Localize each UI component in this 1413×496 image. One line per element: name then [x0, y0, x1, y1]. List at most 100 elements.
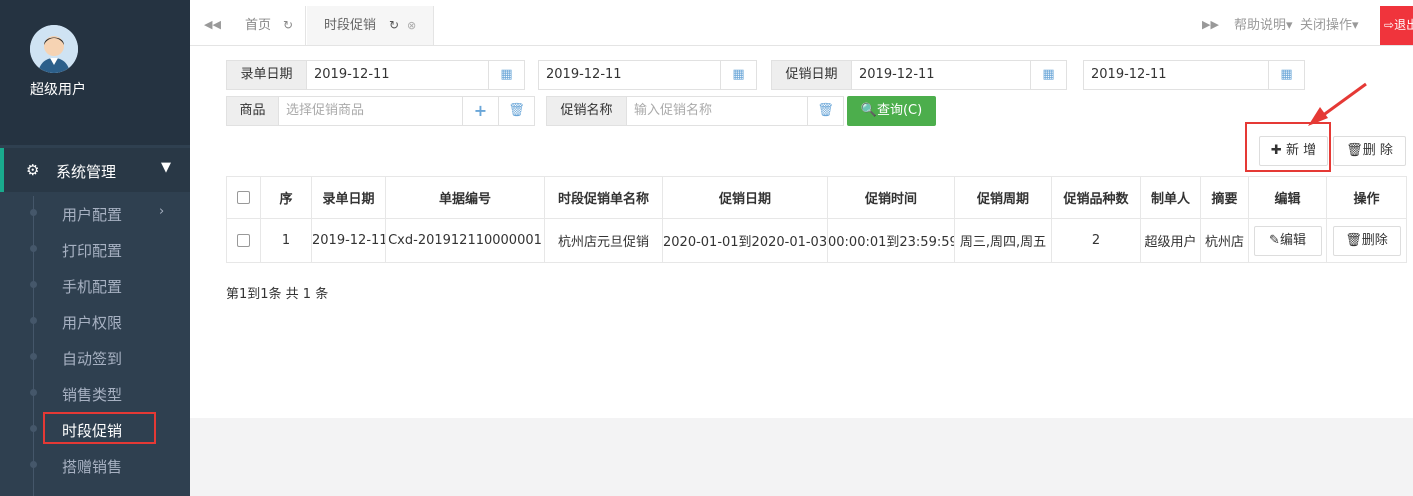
- sidebar-item-label: 用户配置: [62, 206, 123, 224]
- column-header[interactable]: 时段促销单名称: [544, 176, 663, 219]
- column-header[interactable]: 录单日期: [311, 176, 386, 219]
- search-icon: 🔍: [860, 103, 877, 118]
- column-header[interactable]: 促销时间: [827, 176, 955, 219]
- bullet-icon: [30, 317, 37, 324]
- caret-down-icon: ▾: [1352, 18, 1359, 33]
- promo-name-input[interactable]: 输入促销名称: [634, 97, 712, 125]
- tab-label: 时段促销: [324, 18, 377, 33]
- sidebar-item-gift-sales[interactable]: 搭赠销售: [0, 448, 190, 484]
- row-delete-button[interactable]: 🗑删除: [1332, 225, 1401, 256]
- cell-summary: 杭州店: [1200, 218, 1249, 263]
- trash-icon[interactable]: 🗑: [807, 97, 843, 125]
- help-dropdown[interactable]: 帮助说明▾: [1234, 6, 1293, 45]
- calendar-icon[interactable]: ▦: [720, 61, 756, 89]
- promo-name-group: 促销名称 输入促销名称 🗑: [546, 96, 844, 126]
- sidebar-item-auto-signin[interactable]: 自动签到: [0, 340, 190, 376]
- promo-date-from-input[interactable]: 2019-12-11: [859, 61, 935, 89]
- tab-home[interactable]: 首页 ↻: [230, 6, 306, 45]
- cell-variety-count: 2: [1051, 218, 1141, 263]
- avatar[interactable]: [30, 25, 78, 73]
- bullet-icon: [30, 245, 37, 252]
- cell-entry-date: 2019-12-11: [311, 218, 386, 263]
- sidebar-item-user-config[interactable]: 用户配置 ›: [0, 196, 190, 232]
- select-all-checkbox[interactable]: [226, 176, 261, 219]
- chevron-right-icon: ›: [159, 204, 165, 219]
- tab-label: 首页: [245, 18, 272, 33]
- sidebar-item-print-config[interactable]: 打印配置: [0, 232, 190, 268]
- close-ops-label: 关闭操作: [1300, 18, 1353, 33]
- entry-date-from-group: 录单日期 2019-12-11 ▦: [226, 60, 525, 90]
- column-header[interactable]: 制单人: [1140, 176, 1201, 219]
- sidebar-item-mobile-config[interactable]: 手机配置: [0, 268, 190, 304]
- sidebar-item-user-permissions[interactable]: 用户权限: [0, 304, 190, 340]
- trash-icon: 🗑: [1346, 143, 1363, 158]
- chevron-down-icon: ▼: [161, 160, 171, 175]
- sidebar-item-label: 自动签到: [62, 350, 123, 368]
- edit-button-label: 编辑: [1279, 232, 1306, 248]
- close-ops-dropdown[interactable]: 关闭操作▾: [1300, 6, 1359, 45]
- cell-action: 🗑删除: [1326, 218, 1407, 263]
- add-button-label: 新 增: [1285, 143, 1317, 158]
- column-header[interactable]: 促销日期: [662, 176, 828, 219]
- logout-button[interactable]: ⇨退出: [1380, 6, 1413, 45]
- checkbox[interactable]: [237, 191, 250, 204]
- delete-button[interactable]: 🗑删 除: [1333, 136, 1406, 166]
- sidebar-item-label: 销售类型: [62, 386, 123, 404]
- help-label: 帮助说明: [1234, 18, 1287, 33]
- product-group: 商品 选择促销商品 + 🗑: [226, 96, 535, 126]
- sidebar-item-label: 时段促销: [62, 422, 123, 440]
- table-row[interactable]: 1 2019-12-11 Cxd-201912110000001 杭州店元旦促销…: [226, 218, 1407, 263]
- promo-date-from-group: 促销日期 2019-12-11 ▦: [771, 60, 1067, 90]
- cell-promo-time: 00:00:01到23:59:59: [827, 218, 955, 263]
- trash-icon[interactable]: 🗑: [498, 97, 534, 125]
- scroll-left-icon[interactable]: ◀◀: [204, 18, 221, 31]
- refresh-icon[interactable]: ↻: [283, 6, 293, 45]
- refresh-icon[interactable]: ↻: [389, 6, 399, 45]
- gears-icon: ⚙: [26, 161, 40, 179]
- row-checkbox[interactable]: [226, 218, 261, 263]
- bullet-icon: [30, 461, 37, 468]
- column-header[interactable]: 摘要: [1200, 176, 1249, 219]
- bullet-icon: [30, 353, 37, 360]
- entry-date-to-input[interactable]: 2019-12-11: [546, 61, 622, 89]
- product-input[interactable]: 选择促销商品: [286, 97, 364, 125]
- scroll-right-icon[interactable]: ▶▶: [1202, 18, 1219, 31]
- add-button[interactable]: ✚ 新 增: [1259, 136, 1328, 166]
- column-header[interactable]: 促销周期: [954, 176, 1052, 219]
- bullet-icon: [30, 389, 37, 396]
- logout-label: 退出: [1394, 18, 1413, 32]
- promo-date-to-input[interactable]: 2019-12-11: [1091, 61, 1167, 89]
- sidebar-menu-system[interactable]: ⚙ 系统管理 ▼: [0, 148, 190, 192]
- entry-date-label: 录单日期: [227, 61, 307, 89]
- close-icon[interactable]: ⊗: [407, 6, 416, 45]
- sidebar-menu-label: 系统管理: [56, 163, 117, 181]
- row-delete-label: 删除: [1361, 232, 1388, 248]
- delete-button-label: 删 除: [1362, 143, 1393, 158]
- column-header[interactable]: 单据编号: [385, 176, 545, 219]
- cell-edit: ✎编辑: [1248, 218, 1327, 263]
- checkbox[interactable]: [237, 234, 250, 247]
- cell-cycle: 周三,周四,周五: [954, 218, 1052, 263]
- column-header[interactable]: 序: [260, 176, 312, 219]
- edit-button[interactable]: ✎编辑: [1253, 225, 1322, 256]
- table-header-row: 序 录单日期 单据编号 时段促销单名称 促销日期 促销时间 促销周期 促销品种数…: [226, 176, 1407, 219]
- sidebar-item-sales-type[interactable]: 销售类型: [0, 376, 190, 412]
- main-content: 录单日期 2019-12-11 ▦ 2019-12-11 ▦ 促销日期 2019…: [190, 46, 1413, 418]
- cell-creator: 超级用户: [1140, 218, 1201, 263]
- calendar-icon[interactable]: ▦: [1030, 61, 1066, 89]
- trash-icon: 🗑: [1345, 232, 1362, 248]
- column-header: 编辑: [1248, 176, 1327, 219]
- plus-icon[interactable]: +: [462, 97, 498, 125]
- sidebar-item-time-promo[interactable]: 时段促销: [0, 412, 190, 448]
- edit-icon: ✎: [1269, 232, 1280, 248]
- bullet-icon: [30, 209, 37, 216]
- tab-time-promo[interactable]: 时段促销 ↻ ⊗: [307, 6, 434, 45]
- entry-date-from-input[interactable]: 2019-12-11: [314, 61, 390, 89]
- query-button[interactable]: 🔍查询(C): [847, 96, 936, 126]
- sidebar-item-label: 用户权限: [62, 314, 123, 332]
- promo-name-label: 促销名称: [547, 97, 627, 125]
- calendar-icon[interactable]: ▦: [488, 61, 524, 89]
- column-header[interactable]: 促销品种数: [1051, 176, 1141, 219]
- sidebar-item-label: 打印配置: [62, 242, 123, 260]
- bullet-icon: [30, 281, 37, 288]
